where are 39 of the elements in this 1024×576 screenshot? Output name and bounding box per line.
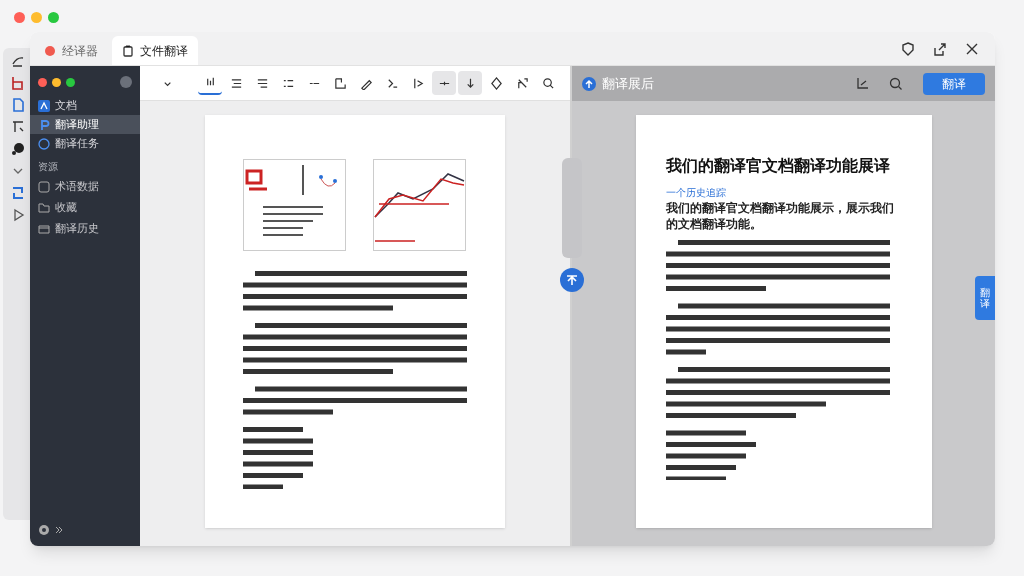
tray-icon bbox=[38, 222, 50, 235]
app-icon bbox=[38, 99, 50, 112]
sidebar-item[interactable]: 翻译助理 bbox=[30, 115, 140, 134]
search-icon[interactable] bbox=[889, 76, 903, 91]
play-icon[interactable] bbox=[11, 208, 25, 222]
section-kicker: 一个历史追踪 bbox=[665, 186, 727, 200]
square-icon bbox=[38, 180, 50, 193]
translate-button[interactable]: 翻译 bbox=[923, 72, 985, 95]
close-icon[interactable] bbox=[965, 41, 979, 56]
speech-bubble-icon[interactable] bbox=[11, 142, 25, 156]
avatar-icon[interactable] bbox=[120, 76, 132, 88]
ring-icon bbox=[38, 137, 50, 150]
upload-icon bbox=[582, 76, 596, 91]
side-tab[interactable]: 翻译 bbox=[975, 276, 995, 320]
section-label: 资源 bbox=[37, 160, 59, 174]
shield-icon[interactable] bbox=[901, 41, 915, 56]
splitter-handle[interactable] bbox=[562, 158, 582, 258]
document-title: 我们的翻译官文档翻译功能展译 bbox=[665, 156, 891, 176]
swap-icon[interactable] bbox=[11, 186, 25, 200]
pen-icon[interactable] bbox=[11, 54, 25, 68]
folder-icon bbox=[38, 201, 50, 214]
dot-icon bbox=[44, 44, 56, 57]
pane-title: 翻译展后 bbox=[602, 74, 654, 93]
tab[interactable]: 经译器 bbox=[34, 36, 108, 65]
sidebar-item[interactable]: 收藏 bbox=[30, 197, 140, 218]
document-icon[interactable] bbox=[11, 98, 25, 112]
document-subtitle: 我们的翻译官文档翻译功能展示，展示我们的文档翻译功能。 bbox=[665, 200, 895, 232]
clipboard-icon bbox=[122, 44, 134, 57]
tab[interactable]: 文件翻译 bbox=[112, 36, 198, 65]
sidebar-item[interactable]: 术语数据 bbox=[30, 176, 140, 197]
pin-icon bbox=[38, 118, 50, 131]
sidebar-item[interactable]: 文档 bbox=[30, 96, 140, 115]
sidebar-item[interactable]: 翻译历史 bbox=[30, 218, 140, 239]
sidebar-item[interactable]: 翻译任务 bbox=[30, 134, 140, 153]
share-icon[interactable] bbox=[933, 41, 947, 56]
chevron-right-icon[interactable] bbox=[54, 525, 64, 535]
frame-icon[interactable] bbox=[11, 76, 25, 90]
settings-icon[interactable] bbox=[38, 524, 50, 536]
arrow-down-icon[interactable] bbox=[458, 71, 482, 95]
